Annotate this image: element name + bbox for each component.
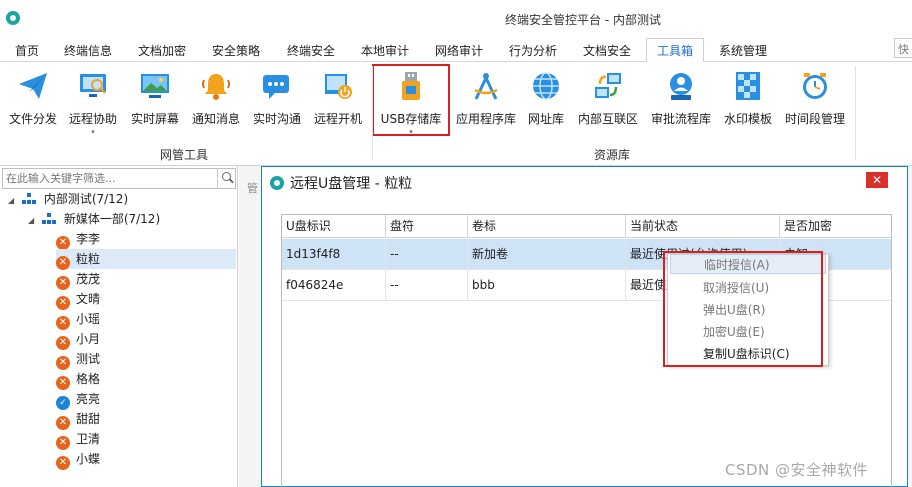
tab-terminal-info[interactable]: 终端信息	[64, 42, 112, 59]
tree-node-root[interactable]: ◢ 内部测试(7/12)	[8, 189, 128, 209]
power-on-icon	[322, 70, 354, 102]
compass-icon	[470, 70, 502, 102]
tab-local-audit[interactable]: 本地审计	[361, 42, 409, 59]
org-icon	[21, 193, 36, 205]
tab-security-policy[interactable]: 安全策略	[212, 42, 260, 59]
time-period-button[interactable]: 时间段管理	[782, 66, 848, 146]
tree-user-item[interactable]: ✕ 文晴	[56, 289, 236, 310]
tree-search-box	[2, 168, 236, 189]
offline-status-icon: ✕	[56, 316, 70, 330]
column-header-drive[interactable]: 盘符	[386, 215, 468, 238]
realtime-screen-button[interactable]: 实时屏幕	[128, 66, 182, 146]
group-label-resource-library: 资源库	[594, 148, 631, 162]
chat-icon	[261, 70, 293, 102]
tab-behavior-analysis[interactable]: 行为分析	[509, 42, 557, 59]
offline-status-icon: ✕	[56, 296, 70, 310]
tree-user-item-selected[interactable]: ✕ 粒粒	[56, 249, 236, 270]
tree-user-item[interactable]: ✕ 李李	[56, 229, 236, 250]
search-icon[interactable]	[217, 169, 235, 188]
tree-node-label: 新媒体一部(7/12)	[63, 212, 161, 226]
tree-user-item[interactable]: ✕ 卫清	[56, 429, 236, 450]
remote-assist-button[interactable]: 远程协助 ▾	[66, 66, 120, 146]
url-library-button[interactable]: 网址库	[524, 66, 568, 146]
window-title: 终端安全管控平台 - 内部测试	[505, 13, 661, 27]
watermark-text: CSDN @安全神软件	[725, 461, 869, 479]
tab-terminal-security[interactable]: 终端安全	[287, 42, 335, 59]
app-logo-icon	[270, 176, 284, 190]
title-bar: 终端安全管控平台 - 内部测试	[0, 0, 912, 38]
ribbon-group-divider	[855, 66, 856, 160]
approval-icon	[665, 70, 697, 102]
tree-user-item[interactable]: ✕ 小蝶	[56, 449, 236, 470]
dialog-title: 远程U盘管理 - 粒粒	[270, 173, 412, 193]
paper-plane-icon	[17, 70, 49, 102]
clock-icon	[799, 70, 831, 102]
offline-status-icon: ✕	[56, 256, 70, 270]
background-tab-label: 管	[247, 182, 258, 195]
tree-user-item[interactable]: ✓ 亮亮	[56, 389, 236, 410]
file-distribute-button[interactable]: 文件分发	[6, 66, 60, 146]
approval-flow-button[interactable]: 审批流程库	[648, 66, 714, 146]
offline-status-icon: ✕	[56, 356, 70, 370]
column-header-encrypted[interactable]: 是否加密	[780, 215, 891, 238]
dropdown-arrow-icon: ▾	[91, 128, 95, 136]
column-header-status[interactable]: 当前状态	[626, 215, 780, 238]
column-header-volume[interactable]: 卷标	[468, 215, 626, 238]
tree-user-item[interactable]: ✕ 小月	[56, 329, 236, 350]
offline-status-icon: ✕	[56, 436, 70, 450]
offline-status-icon: ✕	[56, 376, 70, 390]
tree-user-item[interactable]: ✕ 甜甜	[56, 409, 236, 430]
remote-power-on-button[interactable]: 远程开机	[311, 66, 365, 146]
expand-arrow-icon[interactable]: ◢	[8, 196, 14, 205]
offline-status-icon: ✕	[56, 456, 70, 470]
app-logo-icon	[6, 11, 20, 25]
column-header-usb-id[interactable]: U盘标识	[282, 215, 386, 238]
usb-highlight-box	[372, 64, 450, 136]
offline-status-icon: ✕	[56, 416, 70, 430]
offline-status-icon: ✕	[56, 336, 70, 350]
expand-arrow-icon[interactable]: ◢	[28, 216, 34, 225]
offline-status-icon: ✕	[56, 276, 70, 290]
group-label-network-tools: 网管工具	[160, 148, 209, 162]
ribbon-toolbar: 文件分发 远程协助 ▾ 实时屏幕 通知消息 实时沟通 远程开机 USB存储库 ▾…	[0, 62, 912, 166]
bell-icon	[200, 70, 232, 102]
online-status-icon: ✓	[56, 396, 70, 410]
tab-doc-security[interactable]: 文档安全	[583, 42, 631, 59]
offline-status-icon: ✕	[56, 236, 70, 250]
tree-user-item[interactable]: ✕ 测试	[56, 349, 236, 370]
globe-icon	[530, 70, 562, 102]
org-tree-panel: ◢ 内部测试(7/12) ◢ 新媒体一部(7/12) ✕李李 ✕粒粒 ✕茂茂 ✕…	[0, 166, 238, 487]
tab-network-audit[interactable]: 网络审计	[435, 42, 483, 59]
tab-system-management[interactable]: 系统管理	[719, 42, 767, 59]
network-icon	[592, 70, 624, 102]
quick-search-input[interactable]: 快	[894, 38, 912, 58]
tab-home[interactable]: 首页	[15, 42, 39, 59]
tree-node-dept[interactable]: ◢ 新媒体一部(7/12)	[28, 209, 160, 229]
realtime-chat-button[interactable]: 实时沟通	[250, 66, 304, 146]
tree-user-item[interactable]: ✕ 小瑶	[56, 309, 236, 330]
tab-toolbox[interactable]: 工具箱	[646, 38, 705, 63]
remote-assist-icon	[77, 70, 109, 102]
ribbon-group-divider	[372, 66, 373, 160]
tab-doc-encrypt[interactable]: 文档加密	[138, 42, 186, 59]
menu-bar: 首页 终端信息 文档加密 安全策略 终端安全 本地审计 网络审计 行为分析 文档…	[0, 38, 912, 63]
org-icon	[41, 213, 56, 225]
watermark-template-button[interactable]: 水印模板	[721, 66, 775, 146]
tree-node-label: 内部测试(7/12)	[43, 192, 129, 206]
close-button[interactable]: ✕	[866, 172, 888, 188]
tree-user-item[interactable]: ✕ 格格	[56, 369, 236, 390]
context-menu-highlight-box	[663, 251, 823, 367]
tree-user-item[interactable]: ✕ 茂茂	[56, 269, 236, 290]
notification-button[interactable]: 通知消息	[189, 66, 243, 146]
app-library-button[interactable]: 应用程序库	[453, 66, 519, 146]
monitor-icon	[139, 70, 171, 102]
watermark-icon	[732, 70, 764, 102]
internal-network-button[interactable]: 内部互联区	[575, 66, 641, 146]
tree-search-input[interactable]	[3, 169, 213, 188]
